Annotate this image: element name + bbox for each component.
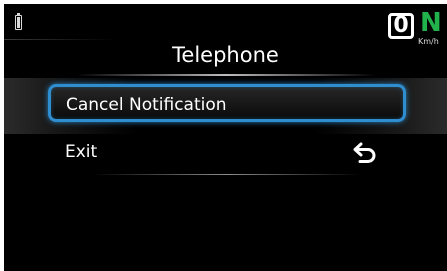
exit-divider [92, 174, 362, 175]
page-title: Telephone [172, 43, 279, 67]
title-divider [76, 74, 376, 76]
battery-icon [15, 13, 22, 30]
exit-item[interactable]: Exit [48, 131, 406, 169]
status-bar: 0 N Km/h [4, 4, 447, 46]
speed-value: 0 [393, 13, 409, 38]
telephone-screen: 0 N Km/h Telephone Cancel Notification E… [4, 4, 447, 271]
menu-item-label: Cancel Notification [66, 95, 227, 115]
return-arrow-icon [353, 142, 376, 163]
speed-display: 0 [388, 13, 414, 39]
cancel-notification-item[interactable]: Cancel Notification [48, 84, 406, 122]
speed-brand-mark: N [420, 8, 442, 38]
menu-item-label: Exit [65, 142, 98, 162]
